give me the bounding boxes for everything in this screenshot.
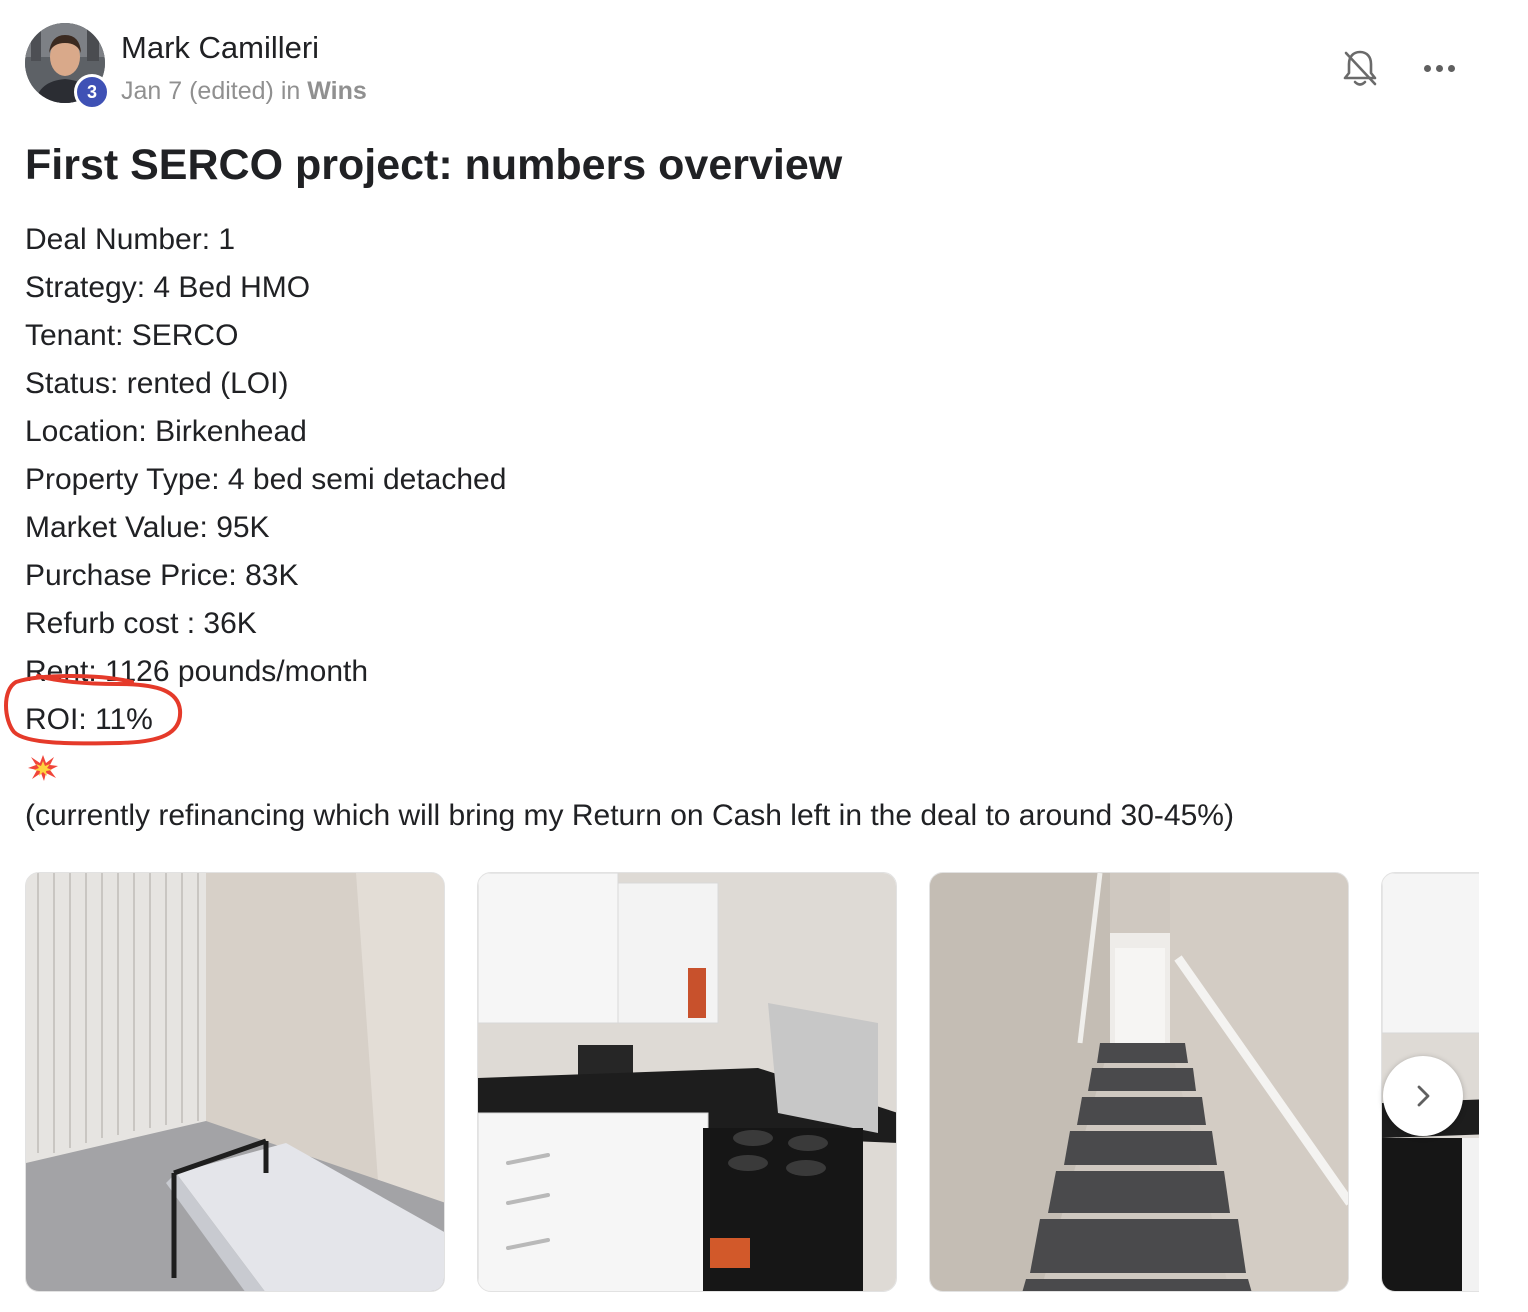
more-dot	[1435, 64, 1443, 72]
more-dot	[1423, 64, 1431, 72]
property-type-line: Property Type: 4 bed semi detached	[25, 463, 507, 496]
more-dot	[1447, 64, 1455, 72]
category-link[interactable]: Wins	[307, 77, 367, 105]
kitchen-photo[interactable]	[477, 872, 897, 1292]
staircase-photo[interactable]	[929, 872, 1349, 1292]
refurb-cost-line: Refurb cost : 36K	[25, 607, 257, 640]
bell-off-icon[interactable]	[1338, 46, 1382, 90]
photo-gallery	[25, 872, 1479, 1292]
post-title: First SERCO project: numbers overview	[25, 141, 843, 189]
meta-in-label: in	[280, 77, 301, 105]
author-name[interactable]: Mark Camilleri	[121, 29, 319, 67]
collision-icon	[25, 744, 1234, 792]
level-badge: 3	[74, 74, 110, 110]
rent-line: Rent: 1126 pounds/month	[25, 655, 369, 688]
tenant-line: Tenant: SERCO	[25, 319, 239, 352]
post-meta: Jan 7 (edited) in Wins	[121, 74, 367, 108]
deal-number-line: Deal Number: 1	[25, 223, 236, 256]
market-value-line: Market Value: 95K	[25, 511, 270, 544]
next-photo-button[interactable]	[1383, 1056, 1463, 1136]
closing-text: (currently refinancing which will bring …	[25, 799, 1234, 832]
more-options-button[interactable]	[1416, 50, 1462, 86]
post-date: Jan 7 (edited)	[121, 77, 274, 105]
post-body: Deal Number: 1 Strategy: 4 Bed HMO Tenan…	[25, 216, 1234, 840]
location-line: Location: Birkenhead	[25, 415, 307, 448]
bedroom-photo[interactable]	[25, 872, 445, 1292]
status-line: Status: rented (LOI)	[25, 367, 289, 400]
purchase-price-line: Purchase Price: 83K	[25, 559, 299, 592]
roi-line: ROI: 11%	[25, 703, 153, 736]
chevron-right-icon	[1417, 1085, 1430, 1107]
strategy-line: Strategy: 4 Bed HMO	[25, 271, 311, 304]
